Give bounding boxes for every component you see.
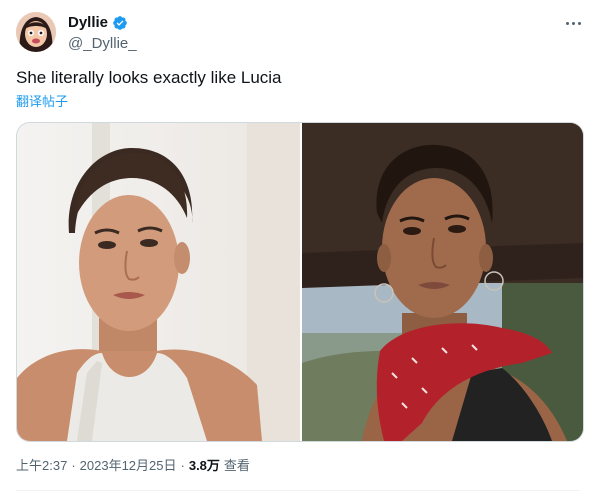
media-grid[interactable] (16, 122, 584, 442)
views-count: 3.8万 (188, 458, 220, 473)
game-character-image (302, 123, 583, 441)
avatar[interactable] (16, 12, 56, 52)
portrait-image (17, 123, 300, 441)
meta-separator: · (71, 458, 76, 473)
more-options-icon[interactable] (562, 14, 584, 32)
author-name[interactable]: Dyllie (68, 14, 108, 32)
game-character-screenshot[interactable] (302, 123, 583, 441)
author-handle[interactable]: @_Dyllie_ (68, 35, 137, 53)
actress-portrait-photo[interactable] (17, 123, 300, 441)
translate-link[interactable]: 翻译帖子 (16, 94, 68, 110)
author-name-row[interactable]: Dyllie (68, 14, 128, 32)
views-label: 查看 (223, 458, 250, 473)
verified-badge-icon (113, 16, 127, 30)
tweet-meta: 上午2:37 · 2023年12月25日 · 3.8万 查看 (16, 458, 250, 474)
avatar-face-icon (16, 12, 56, 52)
tweet-date[interactable]: 2023年12月25日 (80, 458, 177, 474)
tweet-text: She literally looks exactly like Lucia (16, 68, 282, 87)
tweet-time[interactable]: 上午2:37 (16, 458, 67, 474)
divider-line (16, 490, 580, 491)
meta-separator-2: · (180, 458, 185, 473)
